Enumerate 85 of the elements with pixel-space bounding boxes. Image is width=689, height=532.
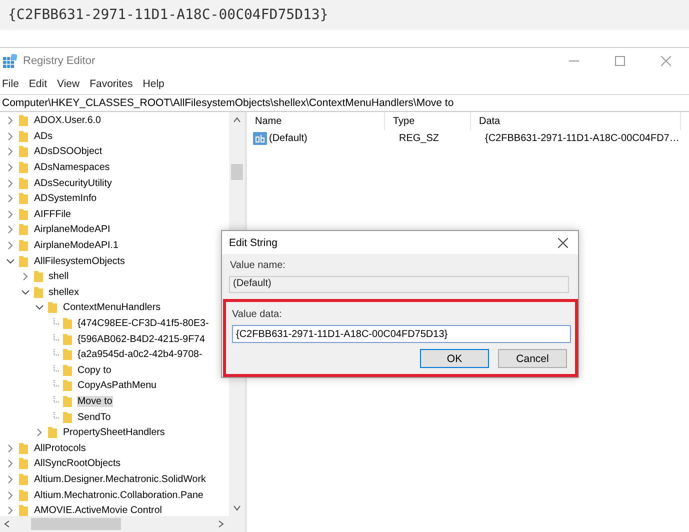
tree-item[interactable]: Move to	[76, 396, 114, 407]
folder-icon	[62, 379, 72, 392]
folder-icon	[18, 176, 29, 190]
folder-icon	[18, 223, 29, 236]
tree-item[interactable]: ADsNamespaces	[33, 162, 111, 174]
folder-icon	[62, 348, 72, 362]
folder-icon	[18, 457, 29, 470]
tree-item[interactable]: ADOX.User.6.0	[33, 115, 102, 126]
window-title: Registry Editor	[23, 55, 96, 67]
menu-item[interactable]: Favorites	[90, 78, 133, 90]
table-cell-text: REG_SZ	[398, 132, 440, 144]
close-icon	[661, 56, 671, 66]
scroll-left-icon[interactable]	[3, 520, 11, 528]
value-data-field[interactable]: {C2FBB631-2971-11D1-A18C-00C04FD75D13}	[232, 325, 571, 343]
guid-text: {C2FBB631-2971-11D1-A18C-00C04FD75D13}	[8, 7, 328, 23]
column-header[interactable]: Data	[471, 112, 681, 130]
tree-item[interactable]: SendTo	[76, 412, 112, 423]
field-label: Value data:	[232, 309, 283, 322]
tree-item[interactable]: ADs	[33, 130, 54, 142]
folder-icon	[62, 332, 72, 346]
folder-icon	[18, 161, 29, 174]
scroll-up-icon[interactable]	[233, 116, 241, 124]
tree-item[interactable]: ADsDSOObject	[33, 146, 104, 158]
maximize-icon	[615, 56, 625, 66]
menu-item[interactable]: Edit	[28, 78, 48, 90]
folder-icon	[18, 145, 29, 158]
tree-item[interactable]: ADSystemInfo	[33, 193, 98, 204]
scroll-down-icon[interactable]	[233, 504, 241, 512]
tree-item[interactable]: {596AB062-B4D2-4215-9F74	[76, 334, 206, 345]
tree-item[interactable]: AllProtocols	[33, 442, 87, 454]
folder-icon	[18, 472, 29, 486]
address-bar[interactable]: Computer\HKEY_CLASSES_ROOT\AllFilesystemObjects\shellex\ContextMenuHandlers\Move to	[0, 94, 689, 112]
folder-icon	[18, 208, 29, 221]
string-value-icon	[253, 132, 267, 144]
scroll-thumb[interactable]	[31, 518, 121, 530]
tree-item[interactable]: AllFilesystemObjects	[33, 256, 126, 267]
folder-icon	[18, 488, 29, 502]
tree-item[interactable]: Altium.Mechatronic.Collaboration.Pane	[33, 490, 204, 501]
horizontal-scrollbar[interactable]	[0, 516, 245, 532]
tree-item[interactable]: {474C98EE-CF3D-41f5-80E3-	[76, 318, 210, 330]
menu-item[interactable]: View	[57, 78, 80, 90]
tree-item[interactable]: shell	[48, 271, 70, 282]
folder-icon	[62, 410, 72, 424]
folder-icon	[18, 192, 29, 206]
table-cell-text: {C2FBB631-2971-11D1-A18C-00C04FD7…	[484, 132, 680, 144]
folder-icon	[32, 286, 44, 299]
tree-item[interactable]: AMOVIE.ActiveMovie Control	[33, 505, 163, 516]
tree-item[interactable]: PropertySheetHandlers	[62, 427, 166, 438]
cancel-button[interactable]: Cancel	[498, 349, 567, 368]
field-label: Value name:	[230, 260, 286, 273]
scroll-thumb[interactable]	[231, 164, 243, 180]
ok-button[interactable]: OK	[420, 349, 489, 368]
folder-icon	[47, 301, 58, 314]
folder-icon	[62, 394, 72, 408]
folder-icon	[32, 270, 44, 284]
folder-icon	[47, 426, 58, 440]
tree-item[interactable]: AirplaneModeAPI	[33, 224, 112, 236]
menu-item[interactable]: File	[2, 78, 19, 90]
tree-item[interactable]: ADsSecurityUtility	[33, 178, 113, 189]
tree-item[interactable]: AIFFFile	[33, 208, 72, 220]
folder-icon	[62, 317, 72, 330]
folder-icon	[18, 442, 29, 455]
folder-icon	[18, 130, 29, 143]
value-name-field[interactable]: (Default)	[229, 276, 569, 293]
folder-icon	[62, 364, 72, 377]
dialog-title: Edit String	[229, 236, 278, 248]
folder-icon	[18, 114, 29, 128]
column-header[interactable]: Name	[247, 112, 385, 130]
column-header[interactable]: Type	[385, 112, 471, 130]
tree-item[interactable]: {a2a9545d-a0c2-42b4-9708-	[76, 349, 204, 360]
folder-icon	[18, 504, 29, 516]
folder-icon	[18, 239, 29, 252]
tree-item[interactable]: Copy to	[76, 364, 112, 376]
tree-item[interactable]: CopyAsPathMenu	[76, 380, 158, 392]
tree-item[interactable]: ContextMenuHandlers	[62, 302, 162, 314]
scroll-right-icon[interactable]	[217, 520, 225, 528]
close-icon	[558, 238, 568, 248]
registry-icon	[3, 54, 17, 68]
tree-item[interactable]: Altium.Designer.Mechatronic.SolidWork	[33, 474, 207, 485]
table-cell: (Default)	[269, 132, 308, 144]
tree-item[interactable]: AirplaneModeAPI.1	[33, 240, 120, 252]
menu-item[interactable]: Help	[142, 78, 164, 90]
tree-item[interactable]: shellex	[48, 286, 80, 298]
tree-item[interactable]: AllSyncRootObjects	[33, 458, 122, 470]
folder-icon	[18, 254, 29, 268]
